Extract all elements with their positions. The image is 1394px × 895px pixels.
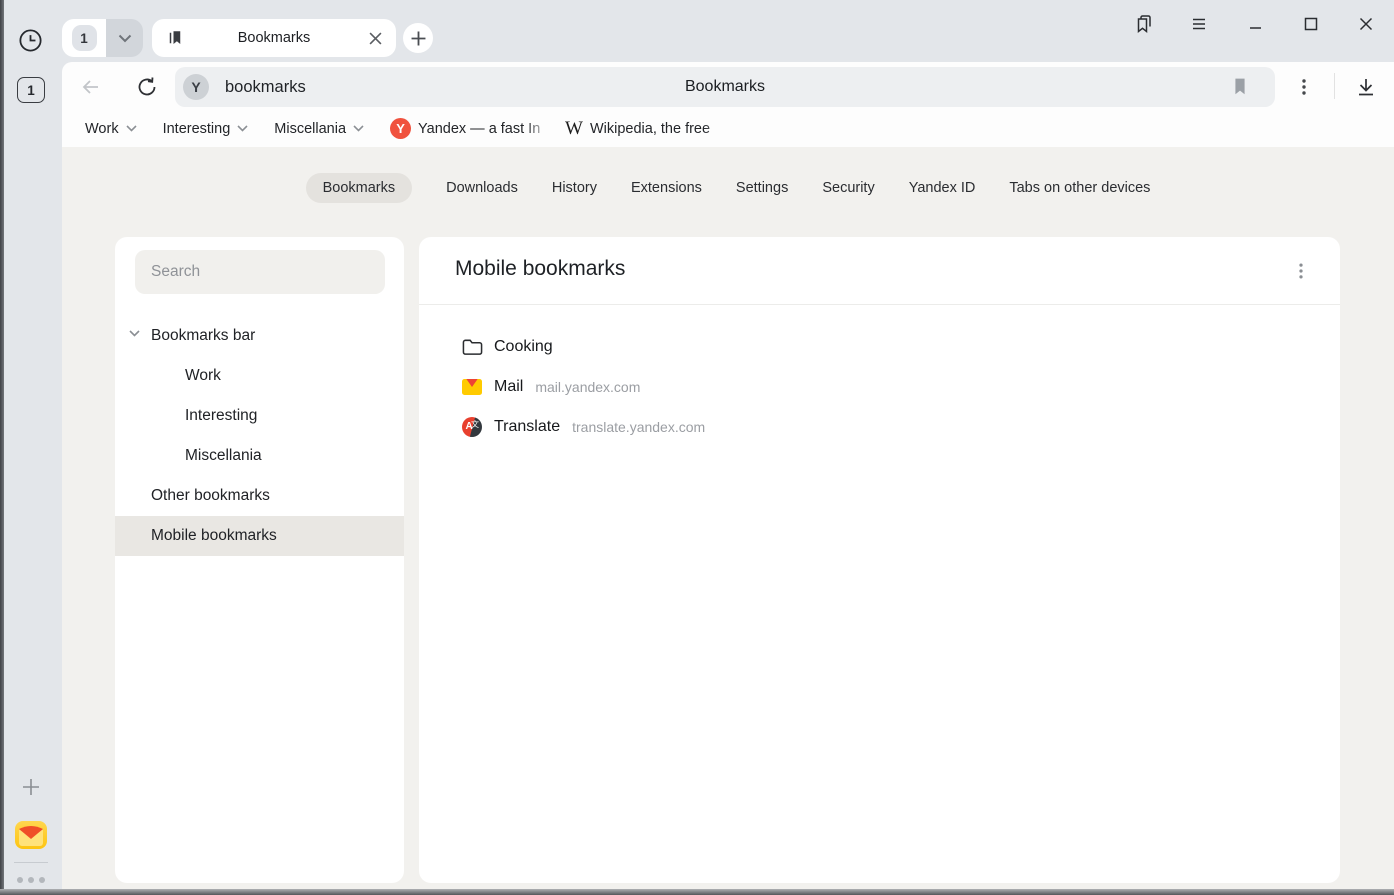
tree-item-interesting[interactable]: Interesting <box>115 396 404 436</box>
bookmark-filled-icon[interactable] <box>1229 75 1253 99</box>
bookmarks-bar-link-yandex[interactable]: Y Yandex — a fast In <box>390 118 551 139</box>
tab-extensions[interactable]: Extensions <box>631 173 702 203</box>
folders-panel: Bookmarks bar Work Interesting Miscellan… <box>115 237 404 883</box>
wikipedia-favicon: W <box>565 119 583 138</box>
search-input[interactable] <box>135 250 385 294</box>
tree-item-bookmarks-bar[interactable]: Bookmarks bar <box>115 316 404 356</box>
yandex-favicon: Y <box>390 118 411 139</box>
tree-item-label: Mobile bookmarks <box>151 527 277 545</box>
list-item-cooking[interactable]: Cooking <box>419 327 1340 367</box>
chevron-down-icon <box>353 125 364 132</box>
tab-group-chevron-icon[interactable] <box>106 19 143 57</box>
tree-item-mobile-bookmarks[interactable]: Mobile bookmarks <box>115 516 404 556</box>
tab-yandex-id[interactable]: Yandex ID <box>909 173 976 203</box>
folder-tree: Bookmarks bar Work Interesting Miscellan… <box>115 316 404 556</box>
list-item-translate[interactable]: A文 Translate translate.yandex.com <box>419 407 1340 447</box>
tab-bookmarks[interactable]: Bookmarks <box>306 173 413 203</box>
browser-menu-icon[interactable] <box>1186 11 1212 37</box>
address-bar[interactable]: Bookmarks Y bookmarks <box>175 67 1275 107</box>
maximize-icon[interactable] <box>1298 11 1324 37</box>
tree-item-other-bookmarks[interactable]: Other bookmarks <box>115 476 404 516</box>
chevron-down-icon <box>237 125 248 132</box>
tree-item-label: Miscellania <box>185 447 262 465</box>
omnibox-url: bookmarks <box>225 67 306 107</box>
browser-chrome: Bookmarks Y bookmarks Work <box>62 62 1394 147</box>
download-icon[interactable] <box>1352 73 1379 100</box>
tab-settings[interactable]: Settings <box>736 173 788 203</box>
tree-item-work[interactable]: Work <box>115 356 404 396</box>
back-icon[interactable] <box>78 74 104 100</box>
history-clock-icon[interactable] <box>17 27 44 54</box>
toolbar: Bookmarks Y bookmarks <box>62 62 1394 110</box>
list-menu-icon[interactable] <box>1288 258 1314 284</box>
tree-item-label: Work <box>185 367 221 385</box>
tab-group-badge: 1 <box>72 25 97 51</box>
bookmarks-bar: Work Interesting Miscellania Y Yandex — <box>62 110 1394 147</box>
sidebar-more-icon[interactable] <box>15 877 47 883</box>
bookmarks-bar-link-wikipedia[interactable]: W Wikipedia, the free <box>565 119 730 138</box>
translate-favicon: A文 <box>461 417 483 437</box>
bookmark-name: Translate <box>494 418 560 436</box>
all-tabs-button[interactable]: 1 <box>17 77 45 103</box>
link-label: Yandex — a fast In <box>418 121 551 137</box>
reload-icon[interactable] <box>134 74 160 100</box>
tree-item-label: Other bookmarks <box>151 487 270 505</box>
folder-icon <box>461 338 483 356</box>
bookmark-url: mail.yandex.com <box>535 379 640 395</box>
minimize-icon[interactable] <box>1243 11 1269 37</box>
desktop-edge-bottom <box>0 889 1394 895</box>
bookmarks-bar-folder-work[interactable]: Work <box>85 121 137 137</box>
new-tab-button[interactable] <box>403 23 433 53</box>
tab-security[interactable]: Security <box>822 173 874 203</box>
tab-close-icon[interactable] <box>364 27 386 49</box>
yandex-mail-icon[interactable] <box>15 821 47 849</box>
bookmarks-list: Cooking Mail mail.yandex.com A文 Translat… <box>419 327 1340 447</box>
bookmarks-manager-page: Bookmarks Downloads History Extensions S… <box>62 147 1394 895</box>
chevron-down-icon <box>126 125 137 132</box>
tree-item-label: Interesting <box>185 407 257 425</box>
bookmark-name: Cooking <box>494 338 553 356</box>
yandex-favicon: Y <box>183 74 209 100</box>
bookmark-name: Mail <box>494 378 523 396</box>
folder-label: Work <box>85 121 119 137</box>
mail-favicon <box>461 379 483 395</box>
bookmarks-bar-folder-miscellania[interactable]: Miscellania <box>274 121 364 137</box>
chevron-down-icon[interactable] <box>129 330 140 337</box>
page-title: Mobile bookmarks <box>455 257 625 281</box>
link-label: Wikipedia, the free <box>590 121 730 137</box>
bookmark-tab-icon <box>166 29 184 47</box>
folder-label: Miscellania <box>274 121 346 137</box>
tab-history[interactable]: History <box>552 173 597 203</box>
page-menu-icon[interactable] <box>1291 74 1317 100</box>
close-window-icon[interactable] <box>1353 11 1379 37</box>
folder-label: Interesting <box>163 121 231 137</box>
bookmarks-list-panel: Mobile bookmarks Cooking <box>419 237 1340 883</box>
sidebar-add-icon[interactable] <box>17 773 45 801</box>
list-header: Mobile bookmarks <box>419 237 1340 305</box>
bookmarks-panel-icon[interactable] <box>1131 11 1157 37</box>
browser-window: 1 Bookmarks <box>0 0 1394 895</box>
tab-downloads[interactable]: Downloads <box>446 173 518 203</box>
tab-other-devices[interactable]: Tabs on other devices <box>1009 173 1150 203</box>
browser-tab-bookmarks[interactable]: Bookmarks <box>152 19 396 57</box>
list-item-mail[interactable]: Mail mail.yandex.com <box>419 367 1340 407</box>
manager-nav: Bookmarks Downloads History Extensions S… <box>62 173 1394 203</box>
tree-item-miscellania[interactable]: Miscellania <box>115 436 404 476</box>
bookmarks-bar-folder-interesting[interactable]: Interesting <box>163 121 249 137</box>
bookmark-url: translate.yandex.com <box>572 419 705 435</box>
tab-bar: 1 Bookmarks <box>0 0 1394 62</box>
tab-title: Bookmarks <box>184 30 364 46</box>
sidebar-divider <box>14 862 48 863</box>
tab-group-button[interactable]: 1 <box>62 19 106 57</box>
tab-group-control: 1 <box>62 19 143 57</box>
tree-item-label: Bookmarks bar <box>151 327 255 345</box>
all-tabs-badge: 1 <box>27 83 35 98</box>
toolbar-divider <box>1334 73 1335 99</box>
omnibox-page-title: Bookmarks <box>175 67 1275 107</box>
left-sidebar-strip: 1 <box>0 62 62 895</box>
desktop-edge-left <box>0 0 4 895</box>
